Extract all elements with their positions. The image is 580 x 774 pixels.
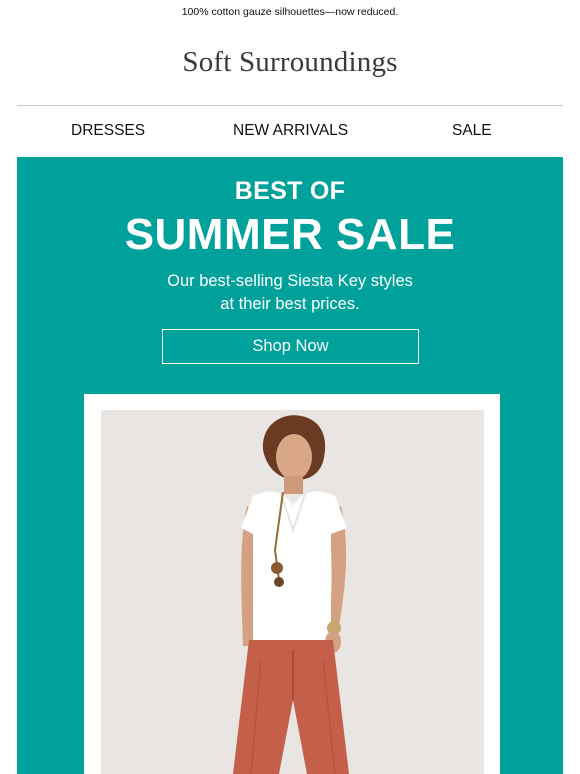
hero-subtitle-line2: at their best prices. [220, 295, 360, 313]
hero-eyebrow: BEST OF [234, 177, 346, 205]
header-divider [17, 105, 563, 106]
main-nav: DRESSES NEW ARRIVALS SALE [17, 122, 563, 144]
nav-item-new-arrivals[interactable]: NEW ARRIVALS [233, 122, 348, 140]
product-photo[interactable] [101, 410, 484, 774]
hero-title: SUMMER SALE [124, 210, 456, 259]
nav-item-sale[interactable]: SALE [452, 122, 492, 140]
hero-subtitle-line1: Our best-selling Siesta Key styles [167, 272, 413, 290]
shop-now-button[interactable]: Shop Now [162, 329, 419, 364]
hero-banner: BEST OF SUMMER SALE Our best-selling Sie… [17, 157, 563, 774]
brand-logo[interactable]: Soft Surroundings [0, 46, 580, 79]
model-illustration [101, 410, 484, 774]
product-photo-frame [84, 394, 500, 774]
nav-item-dresses[interactable]: DRESSES [71, 122, 145, 140]
preheader-text: 100% cotton gauze silhouettes—now reduce… [181, 6, 399, 18]
